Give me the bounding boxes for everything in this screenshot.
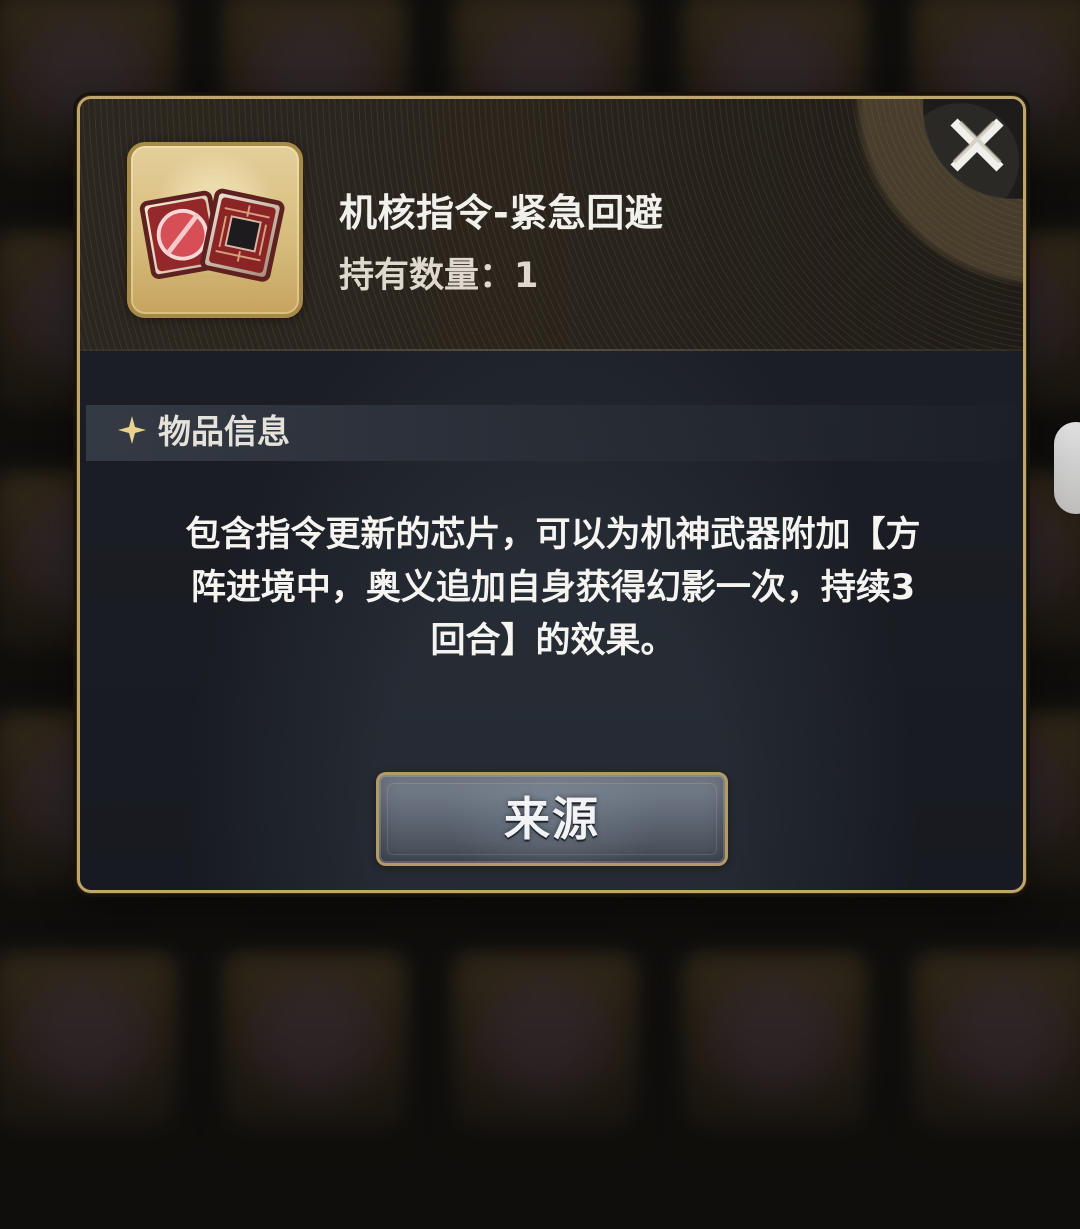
item-description: 包含指令更新的芯片，可以为机神武器附加【方 阵进境中，奥义追加自身获得幻影一次，… [185, 515, 921, 661]
item-quantity: 持有数量：1 [339, 256, 539, 296]
item-info-section: 物品信息 [86, 405, 1017, 461]
scroll-hint [1054, 422, 1080, 514]
item-detail-modal: 机核指令-紧急回避 持有数量：1 物品信息 包含指令更新的芯片，可以为机神武器附… [77, 96, 1026, 893]
source-button-label: 来源 [504, 792, 600, 846]
star-icon [117, 415, 147, 445]
item-chip-icon [131, 146, 299, 314]
close-icon [946, 114, 1008, 176]
item-name: 机核指令-紧急回避 [339, 191, 664, 235]
item-icon-frame [127, 142, 303, 318]
source-button[interactable]: 来源 [376, 772, 728, 866]
close-button[interactable] [939, 109, 1015, 181]
item-header: 机核指令-紧急回避 持有数量：1 [80, 99, 1023, 351]
section-title: 物品信息 [158, 412, 290, 451]
